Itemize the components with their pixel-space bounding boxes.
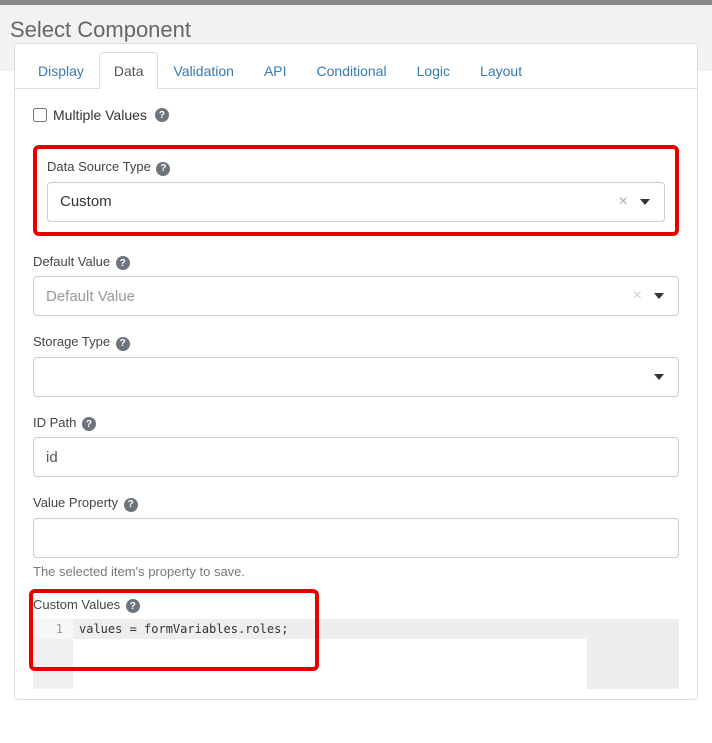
tab-display[interactable]: Display [23,52,99,89]
custom-values-label-text: Custom Values [33,597,120,612]
default-value-field: Default Value ? Default Value × [33,254,679,317]
help-icon[interactable]: ? [124,498,138,512]
tab-logic[interactable]: Logic [402,52,465,89]
help-icon[interactable]: ? [156,162,170,176]
chevron-down-icon[interactable] [640,199,650,205]
data-source-type-select[interactable]: Custom × [47,182,665,222]
clear-icon[interactable]: × [613,193,634,211]
help-icon[interactable]: ? [82,417,96,431]
code-blank [73,639,587,689]
value-property-label: Value Property ? [33,495,679,512]
chevron-down-icon[interactable] [654,374,664,380]
default-value-label-text: Default Value [33,254,110,269]
editor-right-panel [587,619,679,689]
custom-values-field: Custom Values ? 1 values = formVariables… [33,597,679,690]
tab-data[interactable]: Data [99,52,159,89]
multiple-values-row: Multiple Values ? [33,107,679,123]
dialog-title: Select Component [10,17,702,43]
id-path-label-text: ID Path [33,415,76,430]
clear-icon[interactable]: × [627,287,648,305]
default-value-select[interactable]: Default Value × [33,276,679,316]
help-icon[interactable]: ? [155,108,169,122]
storage-type-label: Storage Type ? [33,334,679,351]
tab-layout[interactable]: Layout [465,52,537,89]
tab-bar: Display Data Validation API Conditional … [15,44,697,89]
help-icon[interactable]: ? [116,337,130,351]
multiple-values-label: Multiple Values [53,107,147,123]
value-property-field: Value Property ? The selected item's pro… [33,495,679,579]
data-source-type-label: Data Source Type ? [47,159,665,176]
data-source-type-highlight: Data Source Type ? Custom × [33,145,679,236]
tab-validation[interactable]: Validation [158,52,248,89]
value-property-input[interactable] [33,518,679,558]
default-value-label: Default Value ? [33,254,679,271]
custom-values-label: Custom Values ? [33,597,679,614]
tab-body: Multiple Values ? Data Source Type ? Cus… [15,89,697,699]
default-value-placeholder: Default Value [46,288,627,305]
help-icon[interactable]: ? [116,256,130,270]
code-editor[interactable]: 1 values = formVariables.roles; [33,619,679,689]
data-source-type-label-text: Data Source Type [47,159,151,174]
tab-container: Display Data Validation API Conditional … [14,43,698,700]
help-icon[interactable]: ? [126,599,140,613]
multiple-values-checkbox[interactable] [33,108,47,122]
line-number: 1 [33,619,73,639]
chevron-down-icon[interactable] [654,293,664,299]
value-property-label-text: Value Property [33,495,118,510]
code-line: 1 values = formVariables.roles; [33,619,587,639]
data-source-type-value: Custom [60,193,613,210]
tab-api[interactable]: API [249,52,302,89]
id-path-label: ID Path ? [33,415,679,432]
storage-type-select[interactable] [33,357,679,397]
id-path-field: ID Path ? [33,415,679,478]
code-blank-area[interactable] [33,639,587,689]
code-text: values = formVariables.roles; [73,619,587,639]
storage-type-field: Storage Type ? [33,334,679,397]
tab-conditional[interactable]: Conditional [302,52,402,89]
storage-type-label-text: Storage Type [33,334,110,349]
id-path-input[interactable] [33,437,679,477]
gutter-blank [33,639,73,689]
value-property-helper: The selected item's property to save. [33,564,679,579]
